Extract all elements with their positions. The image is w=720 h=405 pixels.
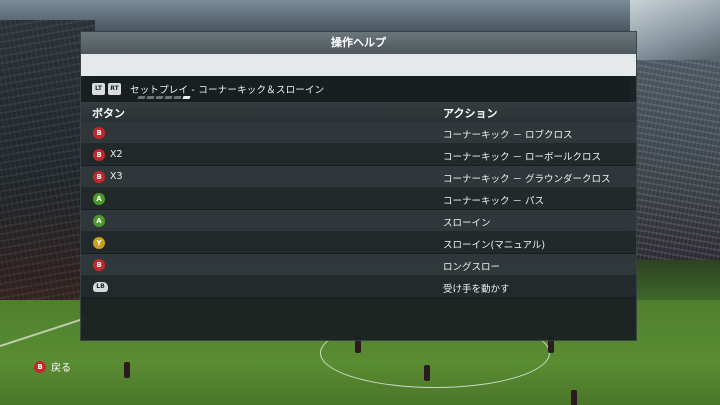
a-button-icon: A [93, 215, 105, 227]
control-row: B X2 コーナーキック － ローボールクロス [81, 144, 636, 166]
control-list: B コーナーキック － ロブクロス B X2 コーナーキック － ローボールクロ… [81, 122, 636, 298]
back-button[interactable]: B 戻る [34, 359, 71, 374]
press-count: X3 [110, 171, 123, 182]
control-row: LB 受け手を動かす [81, 276, 636, 298]
lb-bumper-icon: LB [93, 282, 108, 292]
b-button-icon: B [93, 259, 105, 271]
page-dot [173, 96, 182, 99]
action-label: スローイン(マニュアル) [443, 240, 546, 251]
b-button-icon: B [93, 127, 105, 139]
player [571, 390, 577, 405]
player [124, 362, 130, 378]
action-label: コーナーキック － ローボールクロス [443, 152, 602, 163]
lt-trigger-icon[interactable]: LT [92, 83, 105, 95]
control-row: A スローイン [81, 210, 636, 232]
header-button: ボタン [92, 107, 125, 120]
b-button-icon: B [93, 149, 105, 161]
page-dot [137, 96, 146, 99]
y-button-icon: Y [93, 237, 105, 249]
control-row: A コーナーキック － パス [81, 188, 636, 210]
action-label: スローイン [443, 218, 491, 229]
category-label: セットプレイ - コーナーキック＆スローイン [130, 85, 325, 96]
control-row: B X3 コーナーキック － グラウンダークロス [81, 166, 636, 188]
rt-trigger-icon[interactable]: RT [108, 83, 121, 95]
action-label: コーナーキック － ロブクロス [443, 130, 573, 141]
controls-help-panel: 操作ヘルプ LT RT セットプレイ - コーナーキック＆スローイン ボタン ア… [80, 31, 637, 341]
control-row: Y スローイン(マニュアル) [81, 232, 636, 254]
a-button-icon: A [93, 193, 105, 205]
action-label: コーナーキック － グラウンダークロス [443, 174, 611, 185]
page-dot [155, 96, 164, 99]
panel-subheader-bar [81, 54, 636, 76]
panel-title: 操作ヘルプ [81, 32, 636, 54]
control-row: B コーナーキック － ロブクロス [81, 122, 636, 144]
b-button-icon: B [93, 171, 105, 183]
control-row: B ロングスロー [81, 254, 636, 276]
action-label: コーナーキック － パス [443, 196, 545, 207]
action-label: ロングスロー [443, 262, 501, 273]
page-dot [182, 96, 191, 99]
back-label: 戻る [51, 363, 71, 374]
category-selector[interactable]: LT RT セットプレイ - コーナーキック＆スローイン [81, 76, 636, 102]
action-label: 受け手を動かす [443, 284, 510, 295]
stand-right [630, 60, 720, 260]
header-action: アクション [443, 107, 498, 120]
b-button-icon: B [34, 360, 46, 373]
page-indicator [137, 96, 191, 99]
press-count: X2 [110, 149, 123, 160]
table-header: ボタン アクション [81, 102, 636, 122]
player [424, 365, 430, 381]
page-dot [146, 96, 155, 99]
page-dot [164, 96, 173, 99]
